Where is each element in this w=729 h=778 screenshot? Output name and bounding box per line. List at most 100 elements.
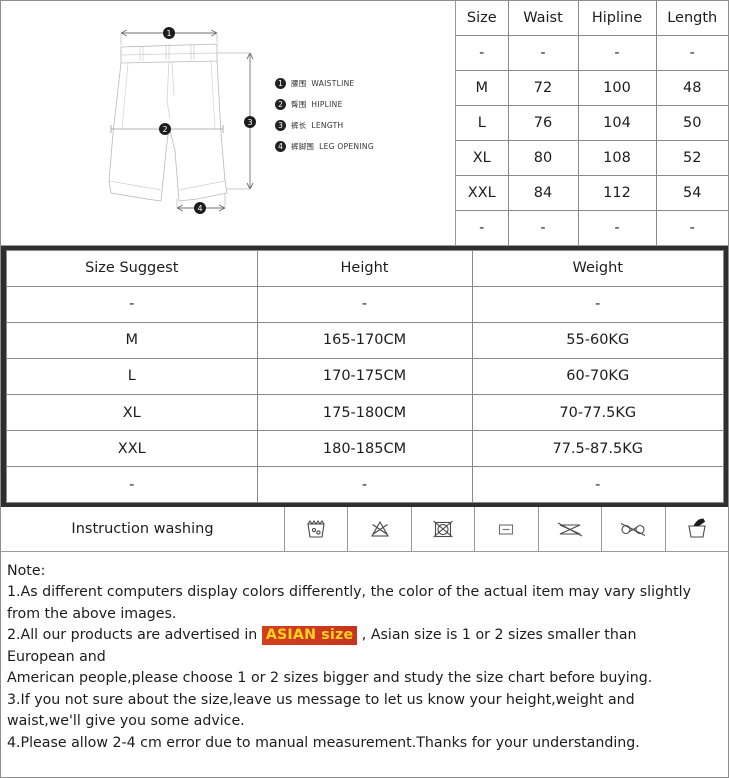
cell-hipline: -	[577, 210, 657, 245]
wash-icon-cell	[666, 507, 728, 551]
legend-item-length: 3 裤长 LENGTH	[275, 115, 450, 136]
cell-hipline: 112	[577, 175, 657, 212]
legend-bullet-3-icon: 3	[275, 120, 286, 131]
notes-section: Note: 1.As different computers display c…	[1, 552, 728, 754]
cell-length: 50	[655, 104, 728, 142]
table-row: - - - -	[456, 34, 728, 71]
svg-text:1: 1	[166, 29, 171, 38]
table-header-row: Size Suggest Height Weight	[7, 251, 723, 287]
cell-size: L	[456, 104, 509, 142]
note-line-2c: American people,please choose 1 or 2 siz…	[7, 670, 653, 686]
cell-size: XL	[456, 140, 509, 177]
wash-icon-cell	[285, 507, 349, 551]
note-line-4: 4.Please allow 2-4 cm error due to manua…	[7, 734, 640, 751]
cell-weight: -	[471, 285, 723, 323]
legend-label-cn: 裤脚围	[291, 142, 315, 151]
size-suggest-inner: Size Suggest Height Weight - - - M 165-1…	[6, 250, 724, 503]
legend-label-en: LENGTH	[311, 121, 344, 130]
callout-3: 3	[244, 116, 256, 128]
instruction-washing-label: Instruction washing	[1, 507, 285, 551]
cell-waist: -	[507, 210, 579, 245]
cell-size-suggest: L	[7, 357, 258, 396]
table-row: M 72 100 48	[456, 69, 728, 106]
cell-weight: 77.5-87.5KG	[471, 430, 723, 468]
iron-low-heat-icon	[493, 516, 519, 542]
legend-label-en: LEG OPENING	[319, 142, 374, 151]
table-row: XXL 180-185CM 77.5-87.5KG	[7, 430, 723, 468]
cell-weight: 55-60KG	[471, 321, 723, 359]
do-not-wring-icon	[555, 516, 585, 542]
cell-size-suggest: -	[7, 466, 258, 502]
legend-bullet-2-icon: 2	[275, 99, 286, 110]
column-header-size-suggest: Size Suggest	[7, 251, 258, 287]
cell-height: -	[256, 285, 473, 323]
size-table-pane: Size Waist Hipline Length - - - - M 72 1…	[456, 1, 728, 245]
column-header-height: Height	[256, 251, 473, 287]
legend-label-cn: 裤长	[291, 121, 307, 130]
cell-height: -	[256, 466, 473, 502]
cell-length: -	[655, 210, 728, 245]
cell-height: 165-170CM	[256, 321, 473, 359]
table-row: - - - -	[456, 210, 728, 245]
cell-height: 180-185CM	[256, 430, 473, 468]
svg-text:2: 2	[162, 125, 167, 134]
legend-item-leg-opening: 4 裤脚围 LEG OPENING	[275, 136, 450, 157]
legend-item-hipline: 2 臀围 HIPLINE	[275, 94, 450, 115]
column-header-hipline: Hipline	[577, 1, 657, 36]
table-row: XL 80 108 52	[456, 140, 728, 177]
wash-icon-cell	[602, 507, 666, 551]
table-row: L 76 104 50	[456, 104, 728, 142]
cell-height: 170-175CM	[256, 357, 473, 396]
legend-item-waistline: 1 腰围 WAISTLINE	[275, 73, 450, 94]
callout-4: 4	[194, 202, 206, 214]
callout-2: 2	[159, 123, 171, 135]
table-row: M 165-170CM 55-60KG	[7, 321, 723, 359]
table-row: L 170-175CM 60-70KG	[7, 357, 723, 396]
legend-label-en: WAISTLINE	[311, 79, 355, 88]
wash-icon-cell	[539, 507, 603, 551]
do-not-tumble-dry-icon	[430, 516, 456, 542]
cell-length: 54	[655, 175, 728, 212]
cell-height: 175-180CM	[256, 394, 473, 432]
do-not-dry-clean-icon	[617, 516, 649, 542]
note-line-1a: 1.As different computers display colors …	[7, 584, 691, 600]
cell-waist: 84	[507, 175, 579, 212]
shorts-diagram-pane: 1 2 3 4 1 腰围 WAISTLINE 2 臀围 HIPLINE 3 裤长…	[1, 1, 456, 245]
cell-waist: 76	[507, 104, 579, 142]
cell-weight: 60-70KG	[471, 357, 723, 396]
asian-size-highlight: ASIAN size	[261, 626, 358, 645]
cell-size-suggest: XL	[7, 394, 258, 432]
note-line-2b: European and	[7, 648, 106, 665]
table-row: - - -	[7, 466, 723, 502]
cell-size: M	[456, 69, 509, 106]
column-header-size: Size	[456, 1, 509, 36]
cell-size: -	[456, 210, 509, 245]
cell-hipline: 104	[577, 104, 657, 142]
cell-hipline: -	[577, 34, 657, 71]
wash-icon-cell	[412, 507, 476, 551]
table-row: XXL 84 112 54	[456, 175, 728, 212]
wash-icon-cell	[348, 507, 412, 551]
note-line-2: 2.All our products are advertised in ASI…	[7, 625, 722, 647]
cell-waist: 72	[507, 69, 579, 106]
instruction-washing-row: Instruction washing	[1, 507, 728, 552]
callout-1: 1	[163, 27, 175, 39]
cell-size-suggest: M	[7, 321, 258, 359]
table-header-row: Size Waist Hipline Length	[456, 1, 728, 36]
cell-hipline: 100	[577, 69, 657, 106]
note-line-1b: from the above images.	[7, 605, 177, 622]
svg-text:4: 4	[197, 204, 202, 213]
column-header-waist: Waist	[507, 1, 579, 36]
size-chart-page: 1 2 3 4 1 腰围 WAISTLINE 2 臀围 HIPLINE 3 裤长…	[0, 0, 729, 778]
legend-label-cn: 腰围	[291, 79, 307, 88]
note-2-prefix: 2.All our products are advertised in	[7, 627, 262, 643]
measurement-legend: 1 腰围 WAISTLINE 2 臀围 HIPLINE 3 裤长 LENGTH …	[275, 73, 450, 157]
note-line-3b: waist,we'll give you some advice.	[7, 713, 245, 729]
cell-waist: 80	[507, 140, 579, 177]
cell-size-suggest: -	[7, 285, 258, 323]
cell-weight: -	[471, 466, 723, 502]
legend-bullet-4-icon: 4	[275, 141, 286, 152]
table-row: - - -	[7, 285, 723, 323]
svg-text:3: 3	[247, 118, 252, 127]
cell-size: XXL	[456, 175, 509, 212]
